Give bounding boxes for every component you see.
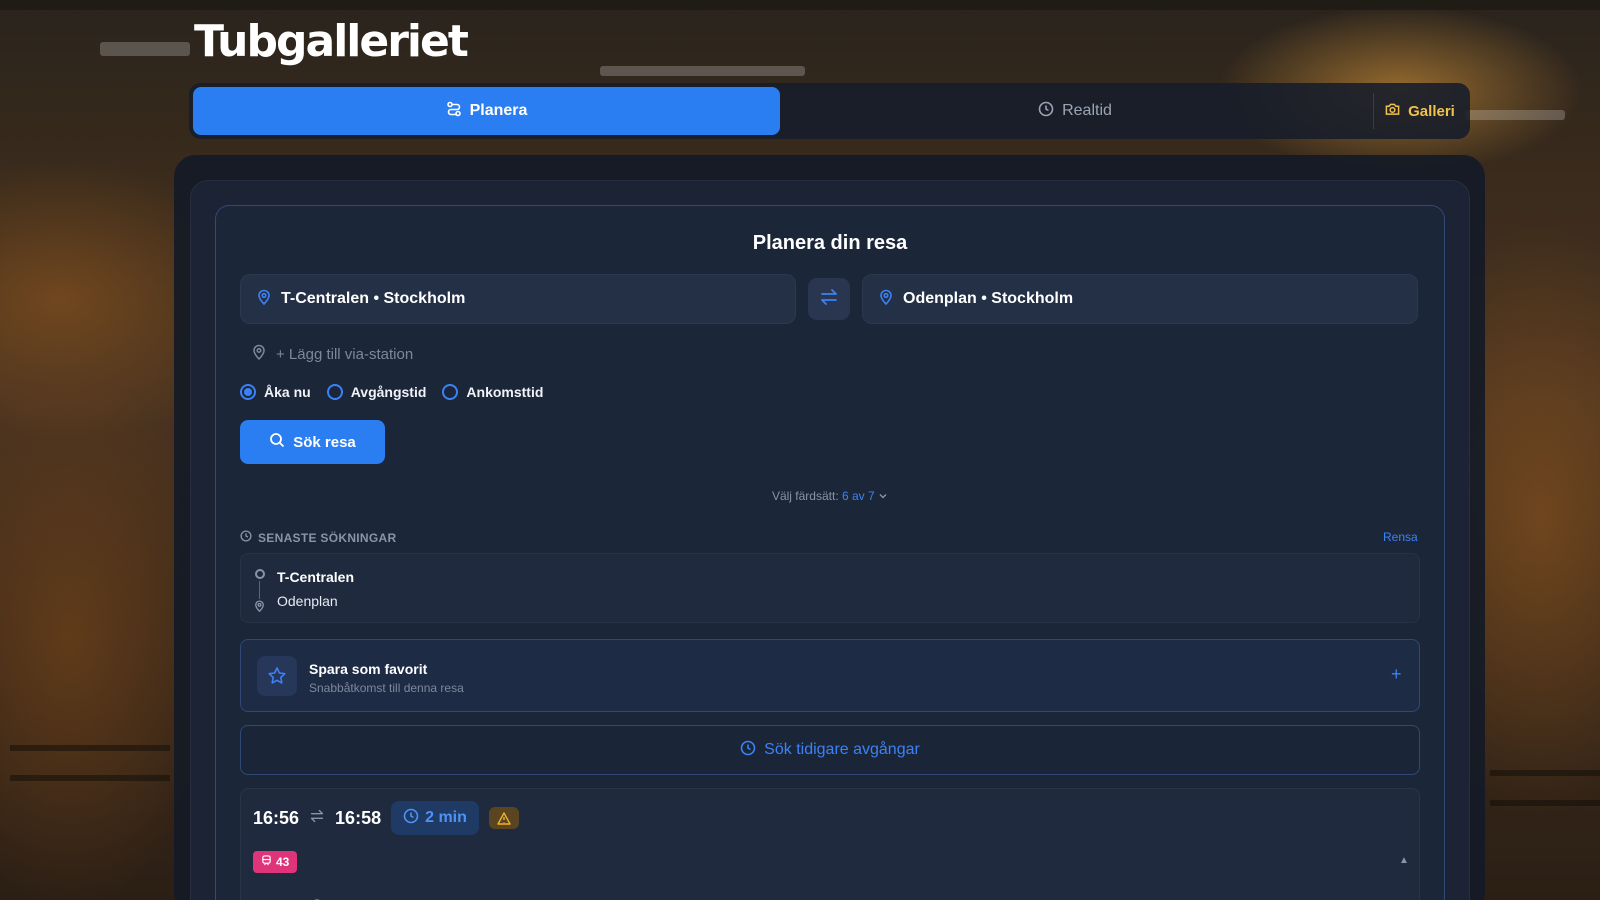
radio-ankomsttid[interactable]: Ankomsttid: [442, 384, 543, 400]
add-via-station[interactable]: + Lägg till via-station: [252, 344, 413, 364]
duration-badge: 2 min: [391, 801, 479, 835]
bench: [10, 745, 170, 751]
search-icon: [269, 432, 285, 452]
favorite-title: Spara som favorit: [309, 661, 428, 677]
ceiling-light: [600, 66, 805, 76]
clock-icon: [240, 530, 252, 545]
tab-planera[interactable]: Planera: [193, 87, 780, 135]
star-icon: [257, 656, 297, 696]
arrival-time: 16:58: [335, 807, 382, 828]
ceiling-beam: [0, 0, 1600, 10]
trip-result-card[interactable]: 16:56 16:58 2 min 43 ▲: [240, 788, 1420, 900]
favorite-subtitle: Snabbåtkomst till denna resa: [309, 681, 464, 695]
from-station-input[interactable]: T-Centralen • Stockholm: [240, 274, 796, 324]
swap-arrows-icon: [309, 809, 325, 828]
tab-planera-label: Planera: [469, 102, 528, 119]
ceiling-light: [1465, 110, 1565, 120]
duration-value: 2 min: [425, 809, 467, 826]
search-trip-label: Sök resa: [293, 433, 356, 451]
recent-heading-label: SENASTE SÖKNINGAR: [258, 530, 397, 545]
earlier-label: Sök tidigare avgångar: [764, 741, 920, 758]
page-title: Planera din resa: [752, 232, 908, 254]
clock-icon: [403, 808, 419, 829]
tab-galleri-label: Galleri: [1408, 102, 1455, 120]
route-connector: [259, 581, 260, 599]
train-icon: [261, 855, 272, 869]
bench: [10, 775, 170, 781]
via-placeholder: + Lägg till via-station: [276, 345, 414, 363]
tab-galleri[interactable]: Galleri: [1375, 87, 1465, 135]
add-favorite-icon[interactable]: +: [1391, 664, 1402, 685]
from-station-value: T-Centralen • Stockholm: [281, 290, 466, 307]
trip-times: 16:56 16:58 2 min: [253, 801, 519, 835]
to-station-value: Odenplan • Stockholm: [903, 290, 1074, 307]
modes-value: 6 av 7: [842, 489, 875, 503]
chevron-down-icon: [878, 489, 888, 503]
camera-icon: [1385, 102, 1400, 120]
departure-time: 16:56: [253, 807, 300, 828]
recent-searches-heading: SENASTE SÖKNINGAR: [240, 530, 396, 545]
time-options: Åka nu Avgångstid Ankomsttid: [240, 384, 543, 400]
save-favorite-card[interactable]: Spara som favorit Snabbåtkomst till denn…: [240, 639, 1420, 712]
clear-recent-link[interactable]: Rensa: [1383, 530, 1418, 544]
clock-icon: [1038, 101, 1054, 122]
map-pin-icon: [254, 599, 265, 617]
radio-avgangstid[interactable]: Avgångstid: [326, 384, 427, 400]
search-trip-button[interactable]: Sök resa: [240, 420, 385, 464]
line-number: 43: [276, 855, 290, 869]
line-badge: 43: [253, 851, 298, 873]
radio-indicator: [326, 384, 343, 400]
warning-triangle-icon[interactable]: [488, 807, 519, 829]
radio-indicator: [442, 384, 459, 400]
bench: [1490, 770, 1600, 776]
radio-indicator: [240, 384, 256, 400]
origin-dot-icon: [255, 569, 265, 579]
tab-realtid[interactable]: Realtid: [780, 87, 1370, 135]
route-icon: [446, 101, 462, 122]
map-pin-icon: [879, 289, 893, 310]
clock-icon: [740, 740, 756, 761]
radio-label: Ankomsttid: [466, 384, 544, 400]
transport-modes-selector[interactable]: Välj färdsätt: 6 av 7: [215, 489, 1445, 503]
main-tabbar: Planera Realtid Galleri: [189, 83, 1470, 139]
recent-to: Odenplan: [277, 593, 338, 609]
ceiling-light: [100, 42, 190, 56]
map-pin-icon: [252, 344, 266, 364]
swap-arrows-icon: [819, 288, 839, 311]
modes-label: Välj färdsätt:: [771, 489, 839, 503]
to-station-input[interactable]: Odenplan • Stockholm: [862, 274, 1418, 324]
recent-search-item[interactable]: T-Centralen Odenplan: [240, 553, 1420, 623]
map-pin-icon: [257, 289, 271, 310]
recent-from: T-Centralen: [277, 569, 355, 585]
radio-label: Avgångstid: [350, 384, 427, 400]
collapse-icon[interactable]: ▲: [1399, 855, 1409, 866]
tab-divider: [1373, 93, 1374, 129]
app-logo: Tubgalleriet: [194, 16, 469, 67]
radio-label: Åka nu: [264, 384, 311, 400]
earlier-departures-button[interactable]: Sök tidigare avgångar: [240, 725, 1420, 775]
radio-aka-nu[interactable]: Åka nu: [240, 384, 311, 400]
swap-stations-button[interactable]: [808, 278, 850, 320]
tab-realtid-label: Realtid: [1062, 102, 1112, 119]
bench: [1490, 800, 1600, 806]
